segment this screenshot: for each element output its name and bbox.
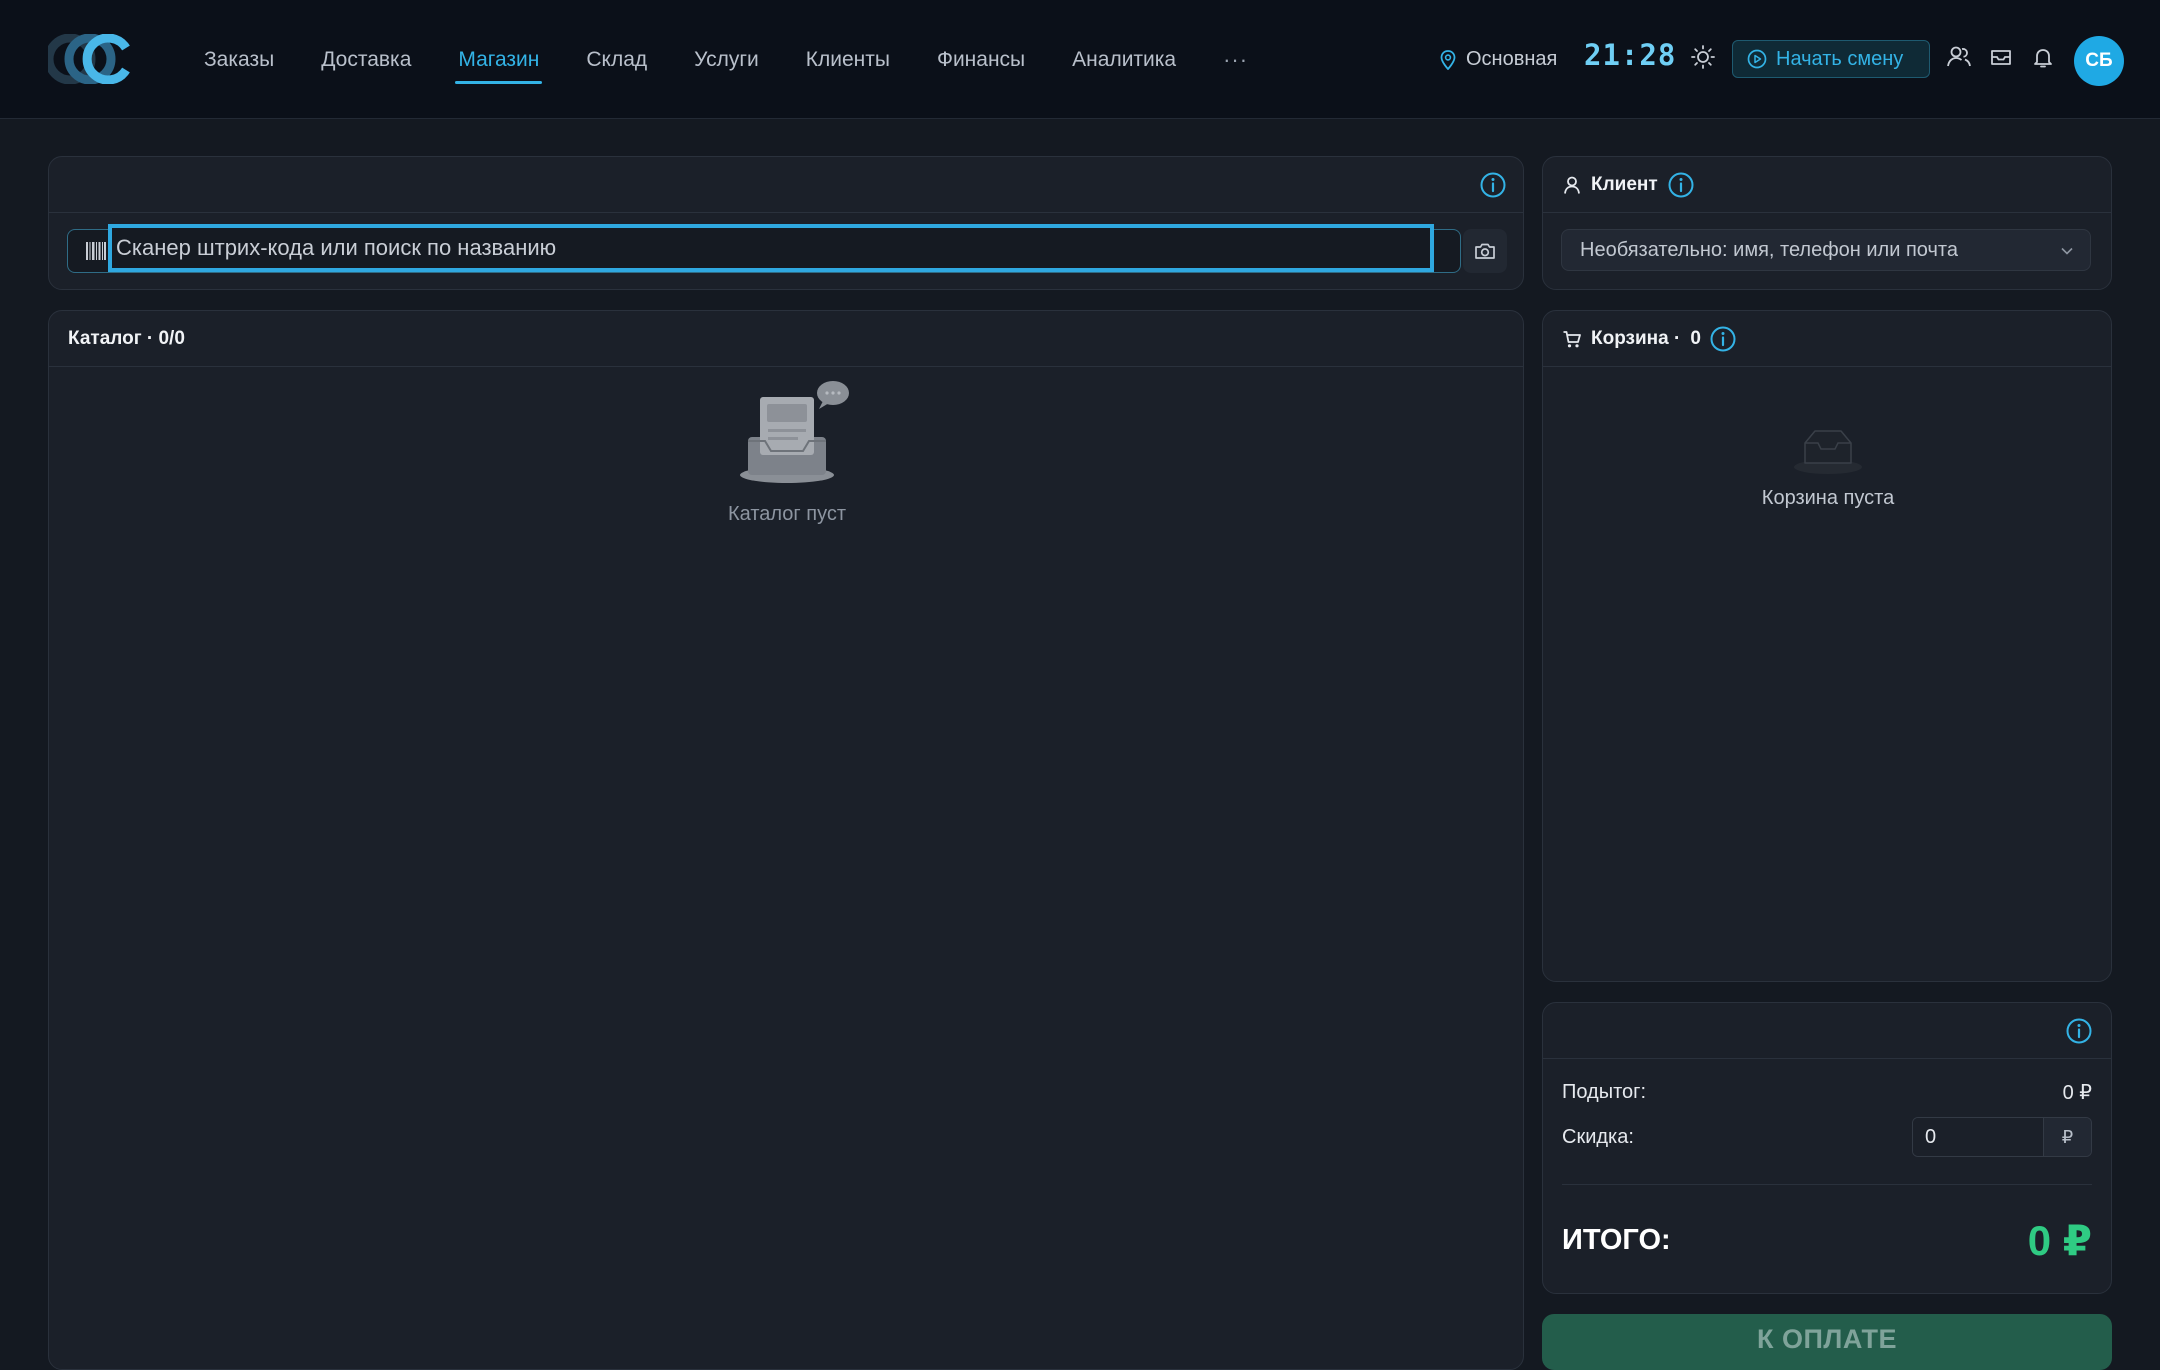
notifications-button[interactable]: [2028, 42, 2058, 72]
nav-item-services[interactable]: Услуги: [694, 0, 759, 119]
empty-catalog-icon: [740, 381, 849, 483]
nav-item-analytics[interactable]: Аналитика: [1072, 0, 1176, 119]
inbox-button[interactable]: [1986, 42, 2016, 72]
summary-divider: [1562, 1184, 2092, 1185]
nav-item-orders[interactable]: Заказы: [204, 0, 274, 119]
start-shift-button[interactable]: Начать смену: [1732, 40, 1930, 78]
nav-more-button[interactable]: ···: [1223, 0, 1248, 119]
camera-scan-button[interactable]: [1463, 229, 1507, 273]
users-icon: [1947, 46, 1971, 67]
sun-icon: [1691, 45, 1715, 69]
catalog-panel: Каталог · 0/0 Каталог пуст: [48, 310, 1524, 1370]
client-info-icon[interactable]: [1667, 171, 1695, 199]
nav-item-finance[interactable]: Финансы: [937, 0, 1025, 119]
total-row: ИТОГО: 0 ₽: [1562, 1215, 2092, 1265]
search-panel-header: [49, 157, 1523, 213]
cart-icon: [1563, 330, 1581, 347]
search-field-container: [67, 224, 1461, 273]
bell-icon: [2034, 49, 2052, 68]
clock: 21:28: [1584, 38, 1677, 72]
client-select-placeholder: Необязательно: имя, телефон или почта: [1580, 238, 1958, 261]
pay-button[interactable]: К ОПЛАТЕ: [1542, 1314, 2112, 1370]
subtotal-value: 0 ₽: [2062, 1081, 2092, 1104]
user-avatar[interactable]: СБ: [2074, 36, 2124, 86]
subtotal-row: Подытог: 0 ₽: [1562, 1079, 2092, 1105]
top-navigation-bar: Заказы Доставка Магазин Склад Услуги Кли…: [0, 0, 2160, 119]
catalog-title: Каталог · 0/0: [68, 327, 185, 349]
summary-panel-header: [1543, 1003, 2111, 1059]
client-title: Клиент: [1591, 173, 1658, 195]
subtotal-label: Подытог:: [1562, 1080, 1647, 1103]
nav-item-warehouse[interactable]: Склад: [586, 0, 647, 119]
discount-currency: ₽: [2043, 1118, 2091, 1156]
info-icon[interactable]: [1479, 171, 1507, 199]
total-label: ИТОГО:: [1562, 1223, 1671, 1256]
cart-info-icon[interactable]: [1709, 325, 1737, 353]
barcode-search-input[interactable]: [108, 224, 1434, 272]
inbox-icon: [1991, 50, 2011, 65]
discount-label: Скидка:: [1562, 1125, 1634, 1148]
location-pin-icon: [1440, 49, 1456, 70]
location-selector[interactable]: Основная: [1440, 48, 1557, 71]
nav-item-shop[interactable]: Магазин: [455, 0, 543, 119]
summary-panel: Подытог: 0 ₽ Скидка: ₽ ИТОГО: 0 ₽: [1542, 1002, 2112, 1294]
location-label: Основная: [1466, 48, 1558, 70]
client-select[interactable]: Необязательно: имя, телефон или почта: [1561, 229, 2091, 271]
users-button[interactable]: [1944, 42, 1974, 72]
cart-panel: Корзина · 0 Корзина пуста: [1542, 310, 2112, 982]
empty-cart-icon: [1794, 430, 1862, 474]
header-tools: Основная 21:28 Начать смену СБ: [1440, 0, 2124, 119]
main-nav: Заказы Доставка Магазин Склад Услуги Кли…: [204, 0, 1295, 119]
client-panel-header: Клиент: [1543, 157, 2111, 213]
start-shift-label: Начать смену: [1776, 47, 1904, 70]
chevron-down-icon: [2061, 247, 2073, 255]
nav-item-clients[interactable]: Клиенты: [806, 0, 890, 119]
camera-icon: [1475, 243, 1495, 259]
company-logo[interactable]: [48, 34, 134, 84]
theme-toggle[interactable]: [1688, 42, 1718, 72]
cart-title: Корзина ·: [1591, 327, 1681, 349]
catalog-empty-text: Каталог пуст: [727, 503, 847, 525]
play-circle-icon: [1747, 49, 1767, 69]
discount-row: Скидка: ₽: [1562, 1117, 2092, 1157]
discount-field: ₽: [1912, 1117, 2092, 1157]
catalog-panel-header: Каталог · 0/0: [49, 311, 1523, 367]
discount-input[interactable]: [1913, 1118, 2043, 1156]
cart-empty-text: Корзина пуста: [1761, 487, 1895, 509]
summary-info-icon[interactable]: [2065, 1017, 2093, 1045]
search-panel: [48, 156, 1524, 290]
user-icon: [1564, 176, 1580, 194]
cart-panel-header: Корзина · 0: [1543, 311, 2111, 367]
client-panel: Клиент Необязательно: имя, телефон или п…: [1542, 156, 2112, 290]
cart-count: 0: [1690, 327, 1701, 349]
barcode-icon: [86, 242, 106, 260]
nav-item-delivery[interactable]: Доставка: [321, 0, 411, 119]
total-value: 0 ₽: [2027, 1216, 2092, 1264]
